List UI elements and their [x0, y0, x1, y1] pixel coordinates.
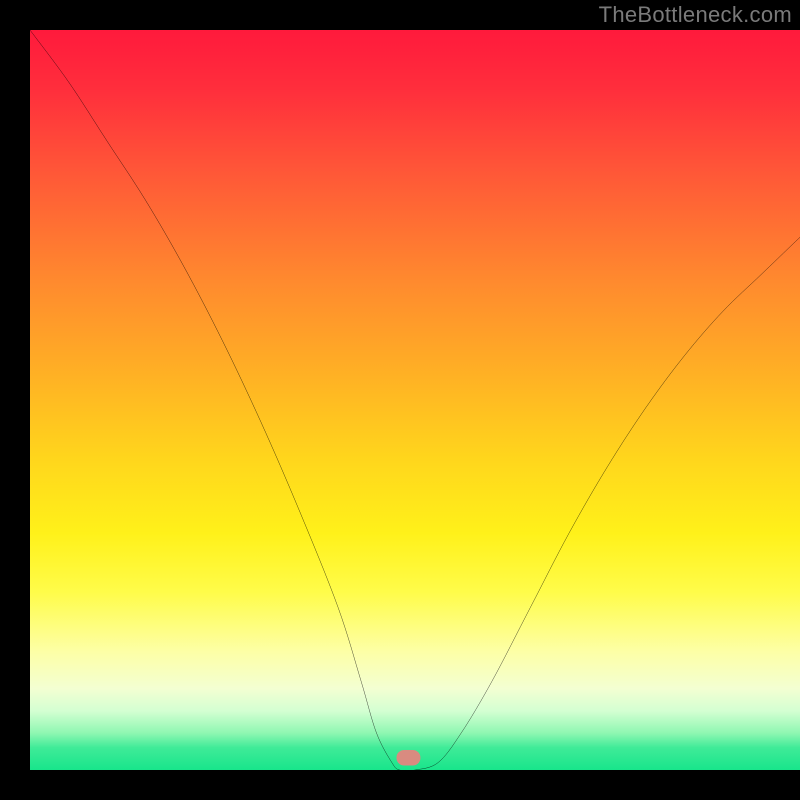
plot-area [30, 30, 800, 770]
watermark-text: TheBottleneck.com [599, 2, 792, 28]
gradient-background [30, 30, 800, 770]
chart-frame: TheBottleneck.com [0, 0, 800, 800]
